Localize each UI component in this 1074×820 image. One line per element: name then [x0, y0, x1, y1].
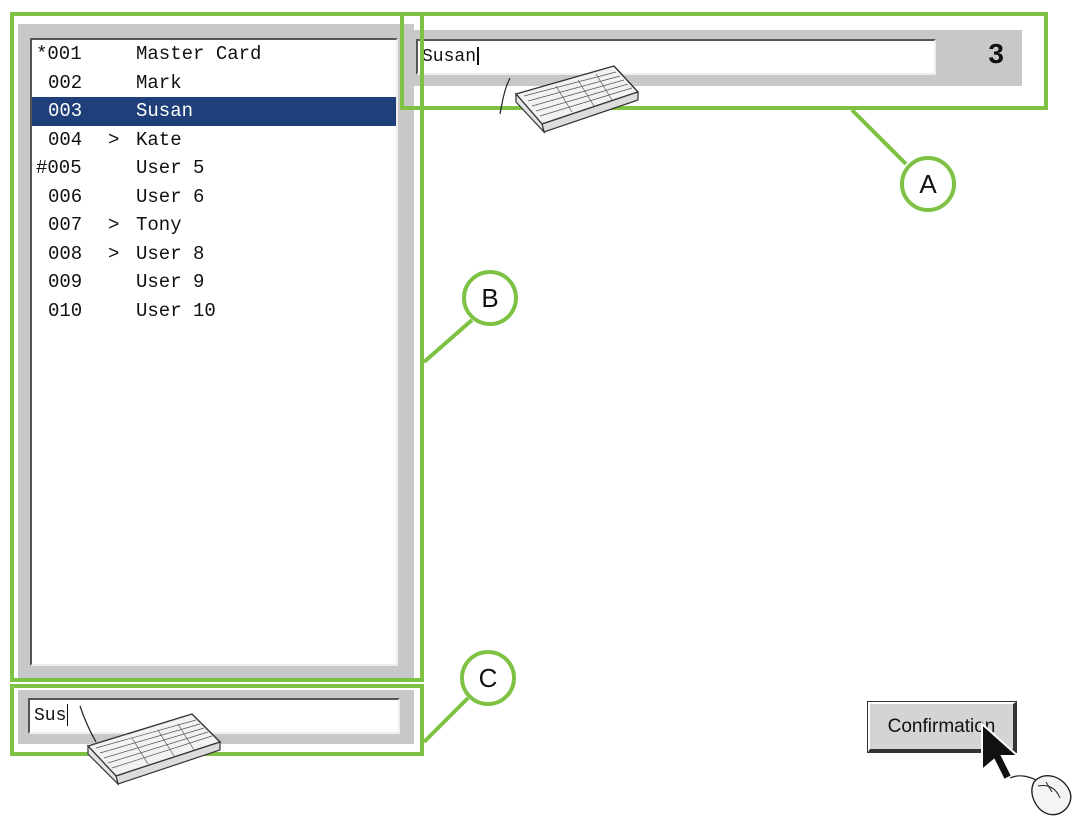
keyboard-icon [499, 65, 640, 135]
mouse-icon [1009, 774, 1072, 816]
callout-frame-b [10, 12, 424, 682]
callout-b: B [462, 270, 518, 326]
callout-c: C [460, 650, 516, 706]
keyboard-icon [79, 705, 222, 786]
callout-a: A [900, 156, 956, 212]
